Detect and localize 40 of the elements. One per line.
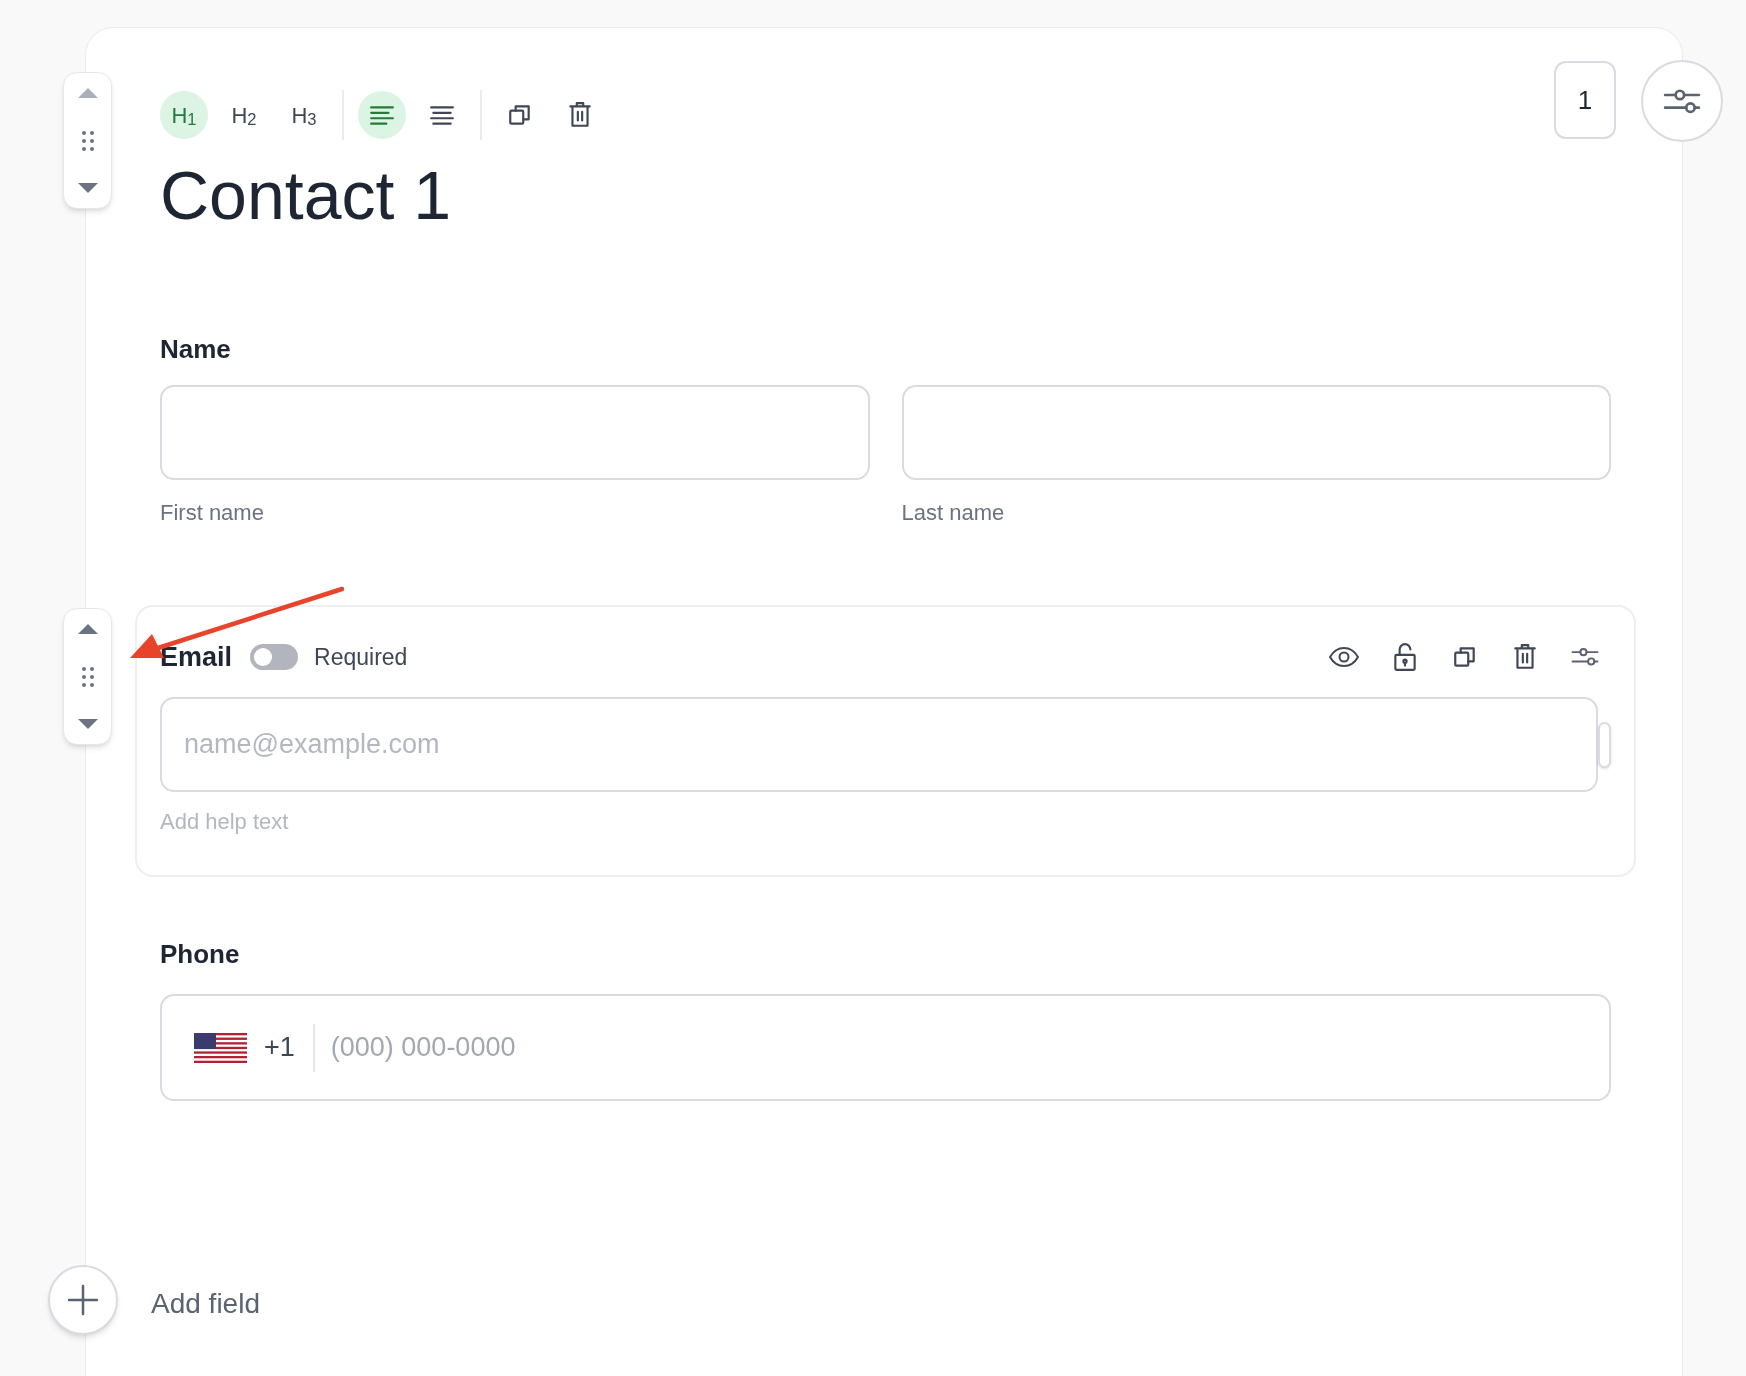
last-name-label: Last name [901, 499, 1005, 527]
move-down-icon[interactable] [76, 182, 99, 194]
settings-icon [1663, 87, 1701, 115]
flag-icon[interactable] [194, 1032, 247, 1063]
plus-icon [67, 1284, 99, 1316]
form-title[interactable]: Contact 1 [160, 150, 452, 240]
field-label: Email [160, 640, 233, 674]
move-up-icon[interactable] [76, 623, 99, 635]
page-number[interactable]: 1 [1554, 61, 1616, 139]
required-toggle[interactable] [250, 644, 299, 670]
first-name-input[interactable] [160, 385, 870, 480]
reorder-handle[interactable] [63, 608, 112, 745]
add-field-button[interactable] [48, 1265, 118, 1335]
eye-icon [1328, 646, 1360, 668]
add-field-label[interactable]: Add field [151, 1283, 260, 1325]
resize-handle[interactable] [1598, 721, 1611, 768]
copy-icon [507, 102, 533, 128]
last-name-input[interactable] [901, 385, 1611, 480]
trash-icon [567, 101, 593, 129]
align-center-icon [429, 104, 455, 126]
country-code[interactable]: +1 [264, 1027, 295, 1068]
heading-button[interactable]: H$_{2}$ [220, 91, 268, 139]
field-label: Name [160, 333, 231, 366]
help-text-input[interactable]: Add help text [160, 804, 460, 840]
move-down-icon[interactable] [76, 718, 99, 730]
field-label: Phone [160, 938, 240, 971]
drag-icon[interactable] [81, 666, 94, 687]
first-name-label: First name [160, 499, 264, 527]
reorder-handle[interactable] [63, 72, 112, 209]
copy-icon [1452, 644, 1478, 670]
required-label: Required [314, 642, 408, 672]
unlock-icon [1392, 642, 1418, 672]
email-input[interactable]: name@example.com [160, 697, 1599, 792]
settings-icon [1571, 647, 1599, 667]
trash-icon [1512, 643, 1538, 671]
drag-icon[interactable] [81, 130, 94, 151]
heading-button[interactable]: H$_{3}$ [280, 91, 328, 139]
align-left-icon [369, 104, 395, 126]
phone-number-input[interactable]: (000) 000-0000 [330, 1017, 1609, 1078]
phone-input[interactable]: +1 (000) 000-0000 [160, 994, 1611, 1101]
